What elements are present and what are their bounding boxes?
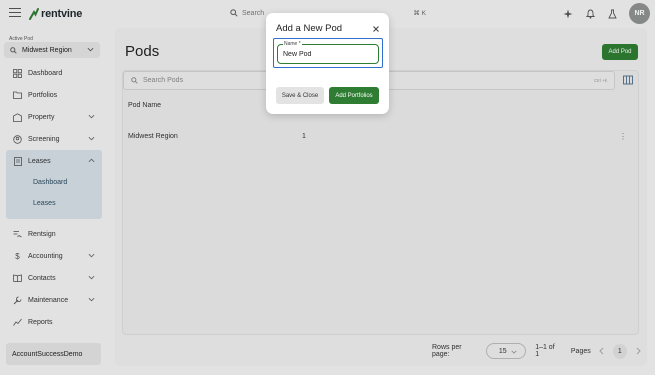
app-root: rentvine Search ⌘ K NR Active Pod Midwes… xyxy=(0,0,655,375)
name-field[interactable]: Name * xyxy=(277,41,379,64)
close-icon[interactable] xyxy=(372,25,380,33)
name-field-label: Name * xyxy=(283,41,302,47)
name-field-focus-ring: Name * xyxy=(273,38,383,68)
add-pod-dialog: Add a New Pod Name * Save & Close Add Po… xyxy=(266,13,389,114)
save-close-button[interactable]: Save & Close xyxy=(276,87,324,104)
dialog-title: Add a New Pod xyxy=(276,23,343,34)
add-portfolios-button[interactable]: Add Portfolios xyxy=(329,87,379,104)
name-input[interactable] xyxy=(283,51,373,58)
